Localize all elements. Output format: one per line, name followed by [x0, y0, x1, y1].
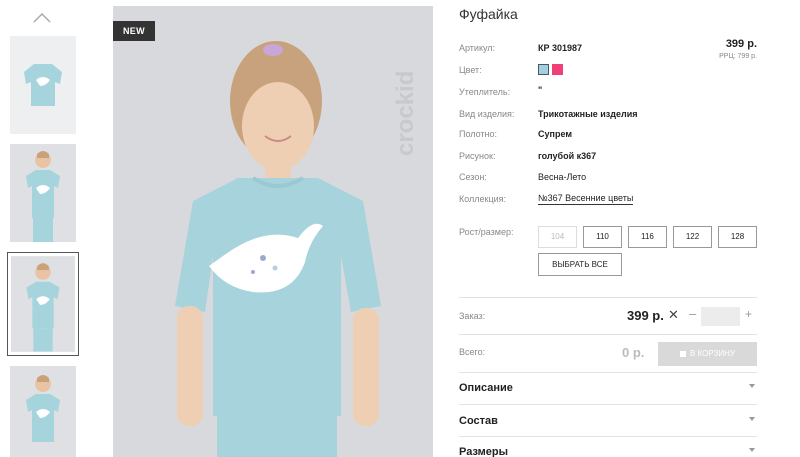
attr-value-fabric: Супрем: [538, 129, 572, 139]
watermark: crockid: [392, 71, 419, 156]
size-option-104: 104: [538, 226, 577, 248]
attr-label-print: Рисунок:: [459, 151, 496, 161]
attr-label-article: Артикул:: [459, 43, 496, 53]
thumbnail-list: [7, 36, 79, 457]
attr-label-season: Сезон:: [459, 172, 487, 182]
price: 399 р.: [725, 38, 757, 50]
times-icon: ✕: [668, 307, 679, 322]
total-value: 0 р.: [622, 345, 645, 360]
thumbnail-3[interactable]: [7, 252, 79, 356]
order-label: Заказ:: [459, 311, 486, 321]
size-option-116[interactable]: 116: [628, 226, 667, 248]
attr-value-print: голубой к367: [538, 151, 597, 161]
chevron-down-icon: [749, 417, 755, 421]
accordion-sizes[interactable]: Размеры: [459, 446, 757, 457]
color-swatch-pink[interactable]: [552, 64, 563, 75]
add-to-cart-button[interactable]: В КОРЗИНУ: [658, 342, 757, 366]
accordion-label: Описание: [459, 382, 513, 394]
attr-value-insulation: ": [538, 85, 543, 95]
chevron-down-icon: [749, 384, 755, 388]
color-swatch-blue[interactable]: [538, 64, 549, 75]
divider: [459, 404, 757, 405]
accordion-label: Размеры: [459, 446, 509, 457]
divider: [459, 436, 757, 437]
size-option-128[interactable]: 128: [718, 226, 757, 248]
divider: [459, 334, 757, 335]
quantity-input[interactable]: [701, 307, 740, 326]
thumbnail-2[interactable]: [10, 144, 76, 242]
chevron-down-icon: [749, 448, 755, 452]
add-to-cart-label: В КОРЗИНУ: [690, 349, 735, 358]
quantity-plus-button[interactable]: +: [745, 307, 752, 321]
accordion-description[interactable]: Описание: [459, 382, 757, 394]
select-all-button[interactable]: ВЫБРАТЬ ВСЕ: [538, 253, 622, 276]
attr-label-insulation: Утеплитель:: [459, 87, 511, 97]
collection-link[interactable]: №367 Весенние цветы: [538, 193, 634, 205]
new-badge: NEW: [113, 21, 155, 41]
thumbnail-1[interactable]: [10, 36, 76, 134]
chevron-up-icon[interactable]: [30, 8, 54, 28]
quantity-minus-button[interactable]: –: [689, 306, 696, 321]
accordion-composition[interactable]: Состав: [459, 415, 757, 427]
attr-label-collection: Коллекция:: [459, 194, 507, 204]
accordion-label: Состав: [459, 415, 498, 427]
thumbnail-4[interactable]: [10, 366, 76, 457]
attr-value-season: Весна-Лето: [538, 172, 587, 182]
order-price: 399 р.: [627, 308, 664, 323]
attr-label-fabric: Полотно:: [459, 129, 498, 139]
product-photo[interactable]: crockid: [113, 6, 433, 457]
divider: [459, 297, 757, 298]
attr-label-type: Вид изделия:: [459, 109, 515, 119]
total-label: Всего:: [459, 347, 486, 357]
attr-value-type: Трикотажные изделия: [538, 109, 638, 119]
sizes-label: Рост/размер:: [459, 227, 514, 237]
size-option-122[interactable]: 122: [673, 226, 712, 248]
product-title: Фуфайка: [459, 6, 518, 22]
attr-value-article: КР 301987: [538, 43, 583, 53]
divider: [459, 372, 757, 373]
rrc-price: РРЦ: 799 р.: [719, 53, 757, 60]
size-option-110[interactable]: 110: [583, 226, 622, 248]
cart-icon: [680, 350, 687, 357]
attr-label-color: Цвет:: [459, 65, 482, 75]
product-page: crockid NEW Фуфайка 399 р. РРЦ: 799 р. А…: [0, 0, 800, 457]
